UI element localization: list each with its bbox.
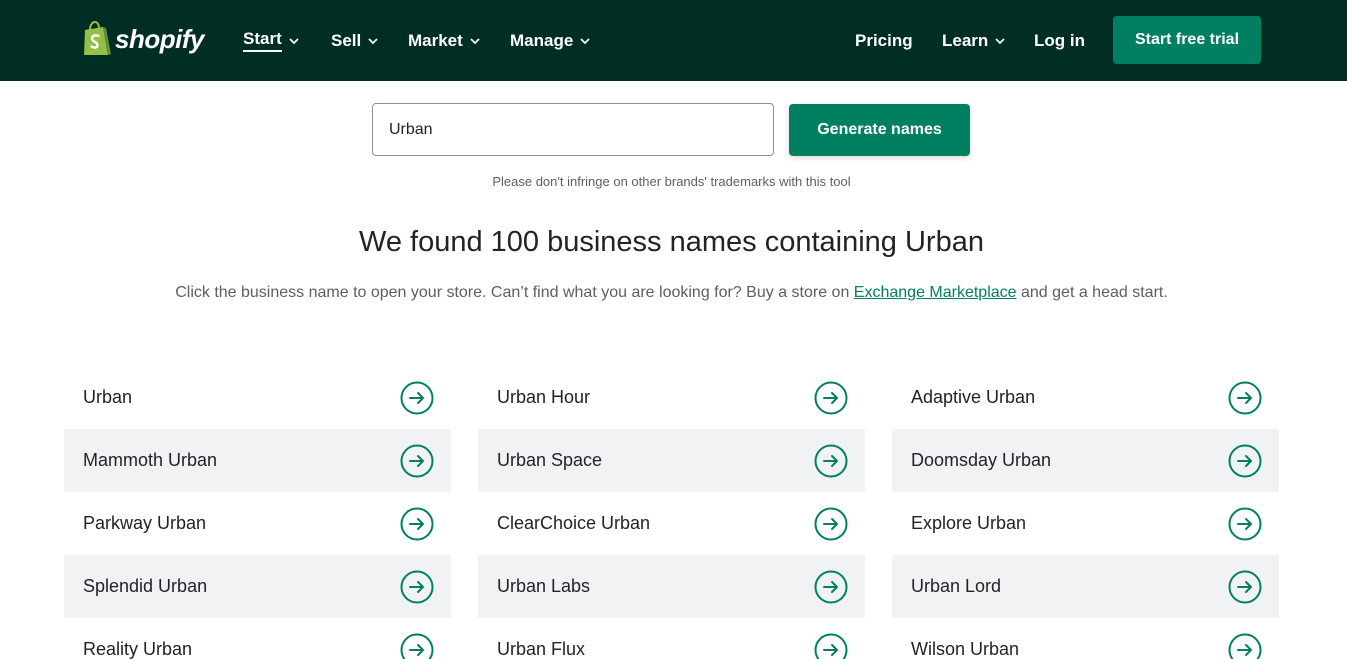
arrow-right-circle-icon: [400, 507, 434, 540]
list-item[interactable]: Parkway Urban: [64, 492, 451, 555]
business-name: Urban: [83, 387, 133, 407]
arrow-right-circle-icon: [400, 570, 434, 603]
arrow-right-circle-icon: [814, 633, 848, 659]
arrow-right-circle-icon: [1228, 444, 1262, 477]
list-item[interactable]: Adaptive Urban: [892, 366, 1279, 429]
results-column-2: Urban Hour Urban Space ClearChoice Urban…: [478, 366, 865, 659]
arrow-right-circle-icon: [814, 444, 848, 477]
business-name: ClearChoice Urban: [497, 513, 651, 533]
list-item[interactable]: Explore Urban: [892, 492, 1279, 555]
results-headline: We found 100 business names containing U…: [359, 226, 984, 258]
chevron-down-icon: [470, 37, 480, 44]
nav-sell[interactable]: Sell: [331, 0, 379, 81]
nav-manage[interactable]: Manage: [510, 0, 591, 81]
arrow-right-circle-icon: [1228, 570, 1262, 603]
nav-login[interactable]: Log in: [1034, 0, 1085, 81]
business-name: Splendid Urban: [83, 576, 208, 596]
list-item[interactable]: Wilson Urban: [892, 618, 1279, 659]
business-name: Mammoth Urban: [83, 450, 218, 470]
arrow-right-circle-icon: [814, 381, 848, 414]
list-item[interactable]: Urban Labs: [478, 555, 865, 618]
list-item[interactable]: Urban Flux: [478, 618, 865, 659]
business-name: Urban Hour: [497, 387, 591, 407]
list-item[interactable]: Splendid Urban: [64, 555, 451, 618]
arrow-right-circle-icon: [400, 381, 434, 414]
list-item[interactable]: Urban Lord: [892, 555, 1279, 618]
arrow-right-circle-icon: [1228, 381, 1262, 414]
shopping-bag-icon: [84, 21, 111, 55]
top-navigation-bar: shopify Start Sell Market Manage Pricing…: [0, 0, 1347, 81]
start-free-trial-button[interactable]: Start free trial: [1113, 16, 1261, 64]
business-name: Explore Urban: [911, 513, 1027, 533]
logo-wordmark: shopify: [115, 23, 204, 54]
business-name: Parkway Urban: [83, 513, 207, 533]
arrow-right-circle-icon: [814, 507, 848, 540]
business-name: Adaptive Urban: [911, 387, 1036, 407]
generate-names-button[interactable]: Generate names: [789, 104, 970, 156]
list-item[interactable]: Mammoth Urban: [64, 429, 451, 492]
business-name: Urban Space: [497, 450, 603, 470]
arrow-right-circle-icon: [400, 444, 434, 477]
nav-start[interactable]: Start: [243, 0, 300, 81]
business-name: Reality Urban: [83, 639, 193, 659]
business-name: Urban Lord: [911, 576, 1002, 596]
chevron-down-icon: [580, 37, 590, 44]
list-item[interactable]: Urban Hour: [478, 366, 865, 429]
arrow-right-circle-icon: [1228, 507, 1262, 540]
shopify-logo[interactable]: shopify: [81, 20, 204, 58]
business-name: Wilson Urban: [911, 639, 1020, 659]
nav-pricing[interactable]: Pricing: [855, 0, 913, 81]
results-column-3: Adaptive Urban Doomsday Urban Explore Ur…: [892, 366, 1279, 659]
business-name: Urban Labs: [497, 576, 591, 596]
chevron-down-icon: [995, 37, 1005, 44]
business-name: Urban Flux: [497, 639, 586, 659]
results-column-1: Urban Mammoth Urban Parkway Urban Splend…: [64, 366, 451, 659]
results-subtitle: Click the business name to open your sto…: [175, 284, 1168, 301]
list-item[interactable]: Urban: [64, 366, 451, 429]
trademark-disclaimer: Please don't infringe on other brands' t…: [492, 174, 851, 189]
list-item[interactable]: ClearChoice Urban: [478, 492, 865, 555]
arrow-right-circle-icon: [1228, 633, 1262, 659]
list-item[interactable]: Reality Urban: [64, 618, 451, 659]
chevron-down-icon: [289, 37, 299, 44]
nav-market[interactable]: Market: [408, 0, 481, 81]
list-item[interactable]: Doomsday Urban: [892, 429, 1279, 492]
list-item[interactable]: Urban Space: [478, 429, 865, 492]
exchange-marketplace-link[interactable]: Exchange Marketplace: [854, 284, 1017, 301]
arrow-right-circle-icon: [814, 570, 848, 603]
chevron-down-icon: [368, 37, 378, 44]
business-name: Doomsday Urban: [911, 450, 1052, 470]
business-name-search-input[interactable]: [372, 103, 774, 156]
nav-learn[interactable]: Learn: [942, 0, 1006, 81]
arrow-right-circle-icon: [400, 633, 434, 659]
